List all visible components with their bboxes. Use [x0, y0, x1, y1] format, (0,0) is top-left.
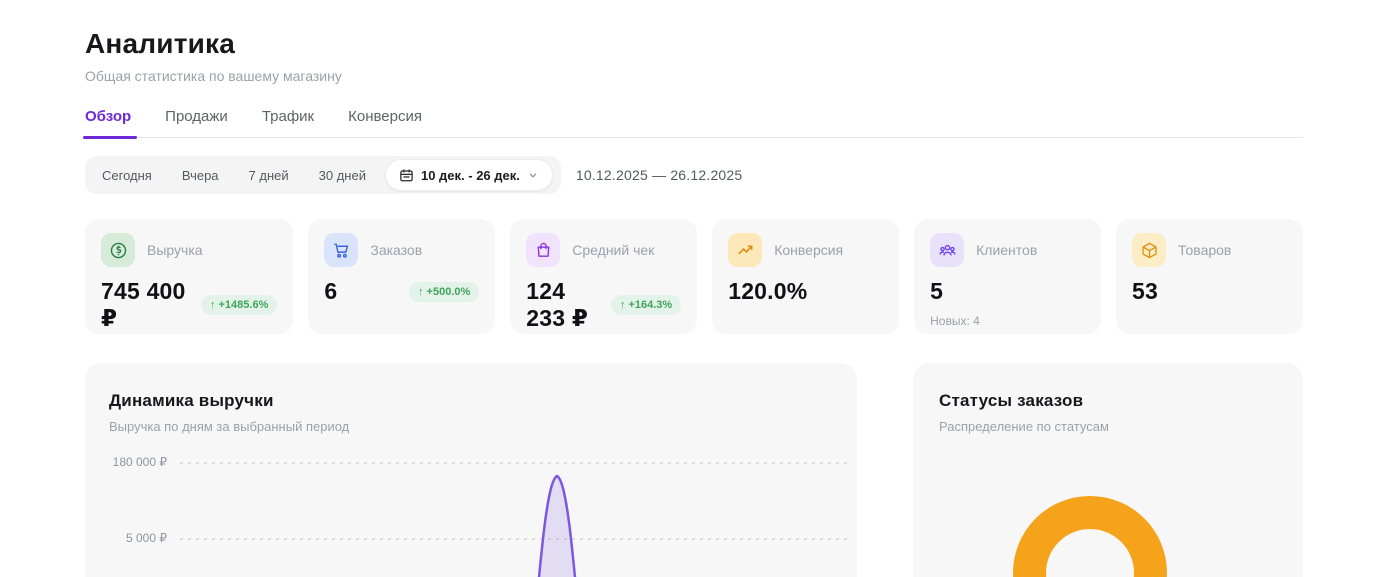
stat-badge: ↑ +164.3% — [611, 295, 681, 315]
stat-value: 5 — [930, 278, 943, 305]
date-range-picker[interactable]: 10 дек. - 26 дек. — [385, 159, 553, 191]
arrow-up-icon: ↑ — [620, 299, 626, 311]
stat-sub-new-customers: Новых: 4 — [930, 314, 1085, 328]
preset-yesterday[interactable]: Вчера — [171, 162, 230, 189]
stats-row: Выручка 745 400 ₽ ↑ +1485.6% — [85, 219, 1303, 334]
stat-value: 745 400 ₽ — [101, 278, 201, 332]
stat-label: Товаров — [1178, 242, 1231, 258]
stat-card-revenue: Выручка 745 400 ₽ ↑ +1485.6% — [85, 219, 293, 334]
stat-card-avg-check: Средний чек 124 233 ₽ ↑ +164.3% — [510, 219, 697, 334]
date-range-text: 10.12.2025 — 26.12.2025 — [576, 167, 743, 183]
order-statuses-panel: Статусы заказов Распределение по статуса… — [913, 363, 1303, 577]
y-axis-tick-top: 180 000 ₽ — [109, 455, 167, 470]
page-title: Аналитика — [85, 28, 1303, 60]
preset-30-days[interactable]: 30 дней — [308, 162, 377, 189]
stat-value: 120.0% — [728, 278, 807, 305]
stat-label: Выручка — [147, 242, 203, 258]
gridline-bottom: 5 000 ₽ — [109, 531, 851, 546]
tab-traffic[interactable]: Трафик — [262, 108, 314, 137]
arrow-up-icon: ↑ — [418, 286, 424, 298]
preset-today[interactable]: Сегодня — [91, 162, 163, 189]
users-group-icon — [930, 233, 964, 267]
shopping-cart-icon — [324, 233, 358, 267]
stat-badge: ↑ +500.0% — [409, 282, 479, 302]
chevron-down-icon — [527, 169, 539, 181]
stat-label: Клиентов — [976, 242, 1037, 258]
dotted-gridline — [180, 538, 851, 540]
stat-label: Средний чек — [572, 242, 654, 258]
calendar-icon — [399, 168, 414, 183]
page-subtitle: Общая статистика по вашему магазину — [85, 68, 1303, 84]
date-filter-bar: Сегодня Вчера 7 дней 30 дней 10 дек. - 2… — [85, 156, 561, 194]
date-range-label: 10 дек. - 26 дек. — [421, 168, 520, 183]
preset-7-days[interactable]: 7 дней — [238, 162, 300, 189]
stat-value: 6 — [324, 278, 337, 305]
stat-value: 53 — [1132, 278, 1158, 305]
revenue-panel-subtitle: Выручка по дням за выбранный период — [109, 419, 833, 434]
stat-card-conversion: Конверсия 120.0% — [712, 219, 899, 334]
stat-card-customers: Клиентов 5 Новых: 4 — [914, 219, 1101, 334]
tab-overview[interactable]: Обзор — [85, 108, 131, 137]
trending-up-icon — [728, 233, 762, 267]
y-axis-tick-bottom: 5 000 ₽ — [109, 531, 167, 546]
stat-card-orders: Заказов 6 ↑ +500.0% — [308, 219, 495, 334]
arrow-up-icon: ↑ — [210, 299, 216, 311]
package-cube-icon — [1132, 233, 1166, 267]
stat-value: 124 233 ₽ — [526, 278, 602, 332]
tab-sales[interactable]: Продажи — [165, 108, 228, 137]
stat-badge: ↑ +1485.6% — [201, 295, 277, 315]
filter-row: Сегодня Вчера 7 дней 30 дней 10 дек. - 2… — [85, 156, 1303, 194]
stat-label: Конверсия — [774, 242, 843, 258]
tab-conversion[interactable]: Конверсия — [348, 108, 422, 137]
analytics-page: Аналитика Общая статистика по вашему маг… — [0, 0, 1375, 577]
status-panel-subtitle: Распределение по статусам — [939, 419, 1277, 434]
status-panel-title: Статусы заказов — [939, 391, 1277, 411]
panels-row: Динамика выручки Выручка по дням за выбр… — [85, 363, 1303, 577]
shopping-bag-icon — [526, 233, 560, 267]
stat-card-products: Товаров 53 — [1116, 219, 1303, 334]
revenue-panel-title: Динамика выручки — [109, 391, 833, 411]
tab-bar: Обзор Продажи Трафик Конверсия — [85, 108, 1303, 138]
gridline-top: 180 000 ₽ — [109, 455, 851, 470]
dotted-gridline — [180, 462, 851, 464]
currency-coin-icon — [101, 233, 135, 267]
stat-label: Заказов — [370, 242, 422, 258]
revenue-dynamics-panel: Динамика выручки Выручка по дням за выбр… — [85, 363, 857, 577]
